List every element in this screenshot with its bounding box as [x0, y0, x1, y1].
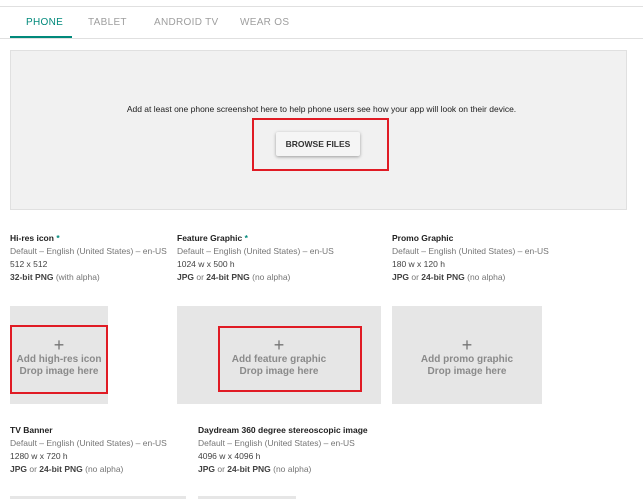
highlight-hires [10, 325, 108, 394]
tab-wear-os[interactable]: WEAR OS [240, 17, 289, 28]
feature-graphic-title: Feature Graphic * [177, 233, 248, 243]
hires-icon-title: Hi-res icon * [10, 233, 60, 243]
required-mark: * [56, 233, 60, 243]
highlight-feature [218, 326, 362, 392]
feature-graphic-meta: Default – English (United States) – en-U… [177, 246, 334, 282]
daydream-image-title: Daydream 360 degree stereoscopic image [198, 425, 368, 435]
tabs-divider [0, 38, 643, 39]
required-mark: * [244, 233, 248, 243]
add-icon: + [461, 335, 473, 355]
daydream-image-meta: Default – English (United States) – en-U… [198, 438, 355, 474]
tv-banner-meta: Default – English (United States) – en-U… [10, 438, 167, 474]
promo-graphic-drop-zone[interactable]: + Add promo graphic Drop image here [392, 306, 542, 404]
screenshot-hint: Add at least one phone screenshot here t… [126, 104, 517, 114]
tv-banner-title: TV Banner [10, 425, 53, 435]
promo-graphic-title: Promo Graphic [392, 233, 454, 243]
tab-android-tv[interactable]: ANDROID TV [154, 17, 219, 28]
tab-tablet[interactable]: TABLET [88, 17, 127, 28]
promo-graphic-meta: Default – English (United States) – en-U… [392, 246, 549, 282]
hires-icon-meta: Default – English (United States) – en-U… [10, 246, 167, 282]
tab-phone[interactable]: PHONE [26, 17, 63, 28]
highlight-browse [252, 118, 389, 171]
top-border [0, 6, 643, 7]
